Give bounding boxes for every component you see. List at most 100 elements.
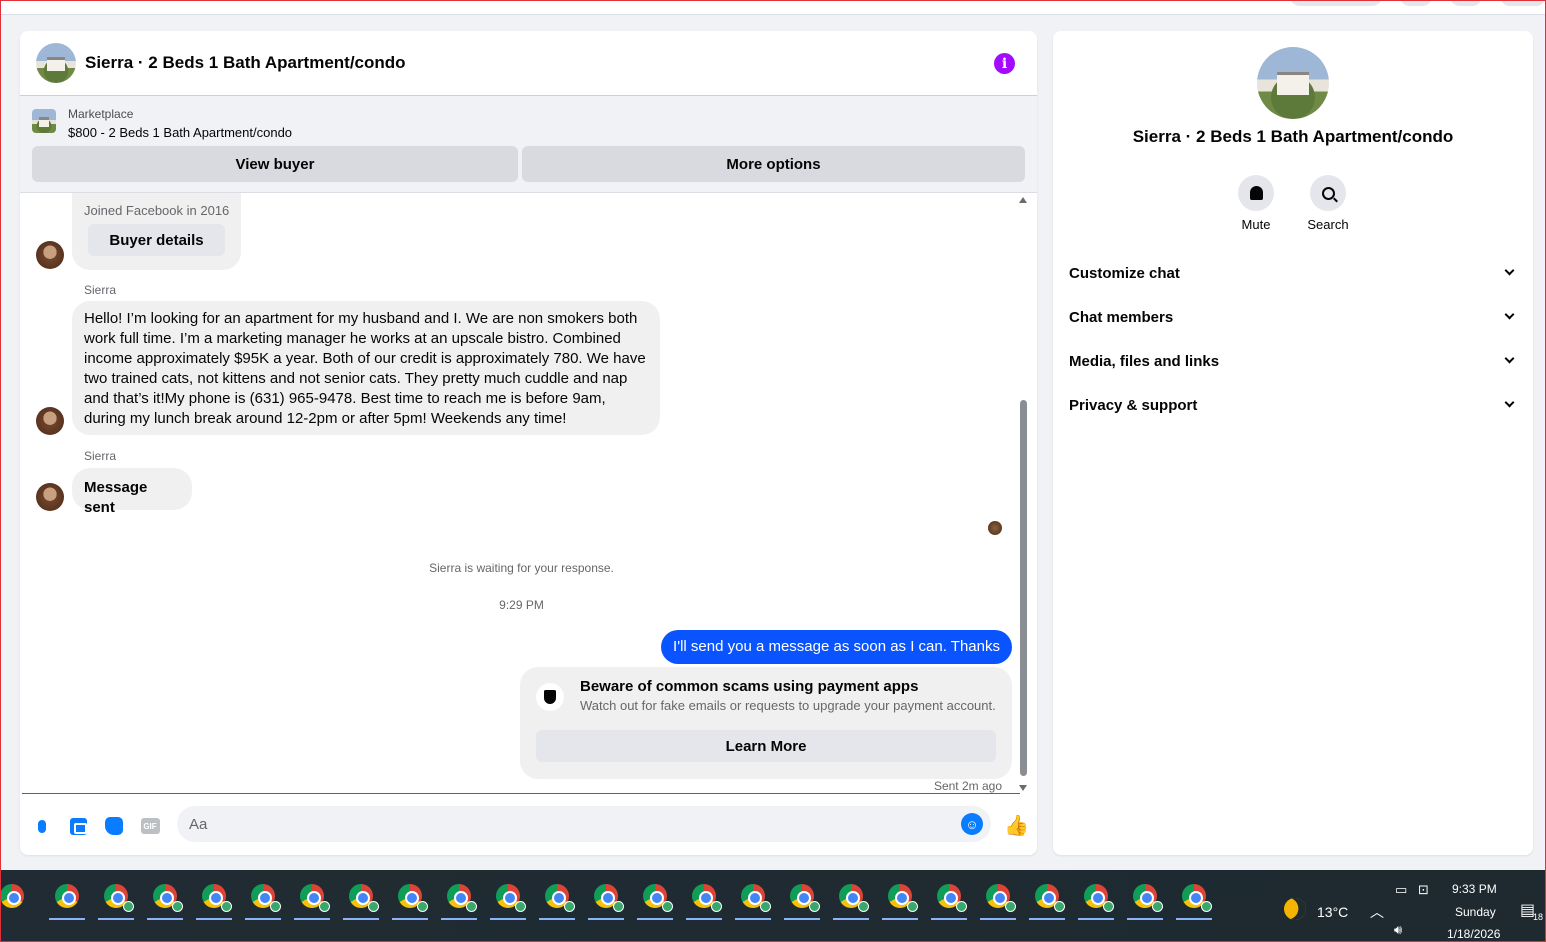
message-bubble: Hello! I’m looking for an apartment for … xyxy=(72,301,660,435)
read-receipt-avatar xyxy=(988,521,1002,535)
taskbar-chrome-icon[interactable] xyxy=(196,880,232,920)
message-thread: Joined Facebook in 2016 Buyer details Si… xyxy=(20,193,1023,793)
taskbar-chrome-icon[interactable] xyxy=(931,880,967,920)
message-input[interactable] xyxy=(189,806,949,842)
taskbar xyxy=(0,870,1546,942)
top-icon[interactable] xyxy=(1450,0,1482,6)
scam-title: Beware of common scams using payment app… xyxy=(580,678,919,695)
scroll-down-arrow-icon[interactable] xyxy=(1019,785,1027,791)
sender-name: Sierra xyxy=(84,449,117,463)
listing-avatar[interactable] xyxy=(36,43,76,83)
message-input-box[interactable]: ☺ xyxy=(177,806,991,842)
sender-avatar[interactable] xyxy=(36,241,64,269)
timestamp: 9:29 PM xyxy=(499,598,544,612)
shield-icon xyxy=(536,683,564,711)
section-label: Customize chat xyxy=(1069,264,1180,282)
taskbar-chrome-icon[interactable] xyxy=(539,880,575,920)
thumbs-up-icon[interactable]: 👍 xyxy=(1004,815,1029,837)
microphone-icon[interactable] xyxy=(32,816,52,836)
chat-details-panel: Sierra · 2 Beds 1 Bath Apartment/condo M… xyxy=(1053,31,1533,855)
listing-thumbnail[interactable] xyxy=(32,109,56,133)
my-message-bubble: I'll send you a message as soon as I can… xyxy=(661,630,1012,664)
taskbar-chrome-icon[interactable] xyxy=(1078,880,1114,920)
scroll-thumb[interactable] xyxy=(1020,400,1027,776)
chat-title[interactable]: Sierra · 2 Beds 1 Bath Apartment/condo xyxy=(85,53,406,73)
scam-warning-card: Beware of common scams using payment app… xyxy=(520,667,1012,779)
section-label: Media, files and links xyxy=(1069,352,1220,370)
taskbar-chrome-icon[interactable] xyxy=(147,880,183,920)
taskbar-chrome-icon[interactable] xyxy=(784,880,820,920)
listing-avatar-large[interactable] xyxy=(1257,47,1329,119)
display-icon[interactable]: ⊡ xyxy=(1418,882,1429,898)
taskbar-chrome-icon[interactable] xyxy=(686,880,722,920)
mute-label: Mute xyxy=(1241,217,1271,232)
profile-avatar[interactable] xyxy=(1500,0,1546,6)
clock-date[interactable]: 1/18/2026 xyxy=(1447,927,1500,941)
taskbar-chrome-icon[interactable] xyxy=(49,880,85,920)
browser-top-strip xyxy=(0,0,1546,15)
top-pill[interactable] xyxy=(1290,0,1382,6)
sticker-icon[interactable] xyxy=(104,816,124,836)
sender-avatar[interactable] xyxy=(36,483,64,511)
media-files-links-row[interactable]: Media, files and links xyxy=(1069,349,1517,373)
chevron-up-icon[interactable]: ︿ xyxy=(1370,902,1384,922)
taskbar-chrome-icon[interactable] xyxy=(490,880,526,920)
buyer-details-button[interactable]: Buyer details xyxy=(88,224,225,256)
clock-day[interactable]: Sunday xyxy=(1455,905,1496,919)
chevron-down-icon xyxy=(1504,309,1515,320)
taskbar-chrome-icon[interactable] xyxy=(735,880,771,920)
customize-chat-row[interactable]: Customize chat xyxy=(1069,261,1517,285)
taskbar-chrome-icon[interactable] xyxy=(343,880,379,920)
taskbar-chrome-icon[interactable] xyxy=(1176,880,1212,920)
temperature[interactable]: 13°C xyxy=(1317,904,1348,920)
sender-name: Sierra xyxy=(84,283,117,297)
taskbar-chrome-icon[interactable] xyxy=(882,880,918,920)
clock-time[interactable]: 9:33 PM xyxy=(1452,882,1497,896)
thread-scrollbar[interactable] xyxy=(1017,193,1029,793)
sender-avatar[interactable] xyxy=(36,407,64,435)
top-icon[interactable] xyxy=(1400,0,1432,6)
taskbar-chrome-icon[interactable] xyxy=(98,880,134,920)
taskbar-chrome-icon[interactable] xyxy=(0,880,30,912)
search-label: Search xyxy=(1307,217,1349,232)
taskbar-chrome-icon[interactable] xyxy=(1127,880,1163,920)
chevron-down-icon xyxy=(1504,265,1515,276)
taskbar-chrome-icon[interactable] xyxy=(833,880,869,920)
side-title: Sierra · 2 Beds 1 Bath Apartment/condo xyxy=(1132,127,1454,146)
chevron-down-icon xyxy=(1504,353,1515,364)
listing-price[interactable]: $800 - 2 Beds 1 Bath Apartment/condo xyxy=(68,125,292,140)
more-options-button[interactable]: More options xyxy=(522,146,1025,182)
search-icon[interactable] xyxy=(1310,175,1346,211)
network-icon[interactable]: ▭ xyxy=(1395,882,1407,898)
taskbar-chrome-icon[interactable] xyxy=(637,880,673,920)
chevron-down-icon xyxy=(1504,397,1515,408)
taskbar-chrome-icon[interactable] xyxy=(588,880,624,920)
joined-text: Joined Facebook in 2016 xyxy=(84,203,230,218)
taskbar-chrome-icon[interactable] xyxy=(245,880,281,920)
composer: GIF ☺ 👍 xyxy=(20,794,1037,855)
learn-more-button[interactable]: Learn More xyxy=(536,730,996,762)
taskbar-chrome-icon[interactable] xyxy=(980,880,1016,920)
marketplace-bar: Marketplace $800 - 2 Beds 1 Bath Apartme… xyxy=(20,96,1037,193)
bell-icon[interactable] xyxy=(1238,175,1274,211)
privacy-support-row[interactable]: Privacy & support xyxy=(1069,393,1517,417)
emoji-icon[interactable]: ☺ xyxy=(961,813,983,835)
taskbar-chrome-icon[interactable] xyxy=(441,880,477,920)
taskbar-chrome-icon[interactable] xyxy=(1029,880,1065,920)
gif-icon[interactable]: GIF xyxy=(140,816,160,836)
taskbar-chrome-icon[interactable] xyxy=(294,880,330,920)
chat-header: Sierra · 2 Beds 1 Bath Apartment/condo i xyxy=(20,31,1037,96)
volume-icon[interactable]: 🔊︎ xyxy=(1394,922,1402,938)
info-icon[interactable]: i xyxy=(994,53,1015,74)
scam-subtitle: Watch out for fake emails or requests to… xyxy=(580,698,996,713)
chat-members-row[interactable]: Chat members xyxy=(1069,305,1517,329)
photo-icon[interactable] xyxy=(68,816,88,836)
search-action[interactable]: Search xyxy=(1298,175,1358,232)
waiting-notice: Sierra is waiting for your response. xyxy=(429,561,614,575)
chat-panel: Sierra · 2 Beds 1 Bath Apartment/condo i… xyxy=(20,31,1037,855)
scroll-up-arrow-icon[interactable] xyxy=(1019,197,1027,203)
view-buyer-button[interactable]: View buyer xyxy=(32,146,518,182)
taskbar-chrome-icon[interactable] xyxy=(392,880,428,920)
mute-action[interactable]: Mute xyxy=(1226,175,1286,232)
section-label: Privacy & support xyxy=(1069,396,1198,414)
